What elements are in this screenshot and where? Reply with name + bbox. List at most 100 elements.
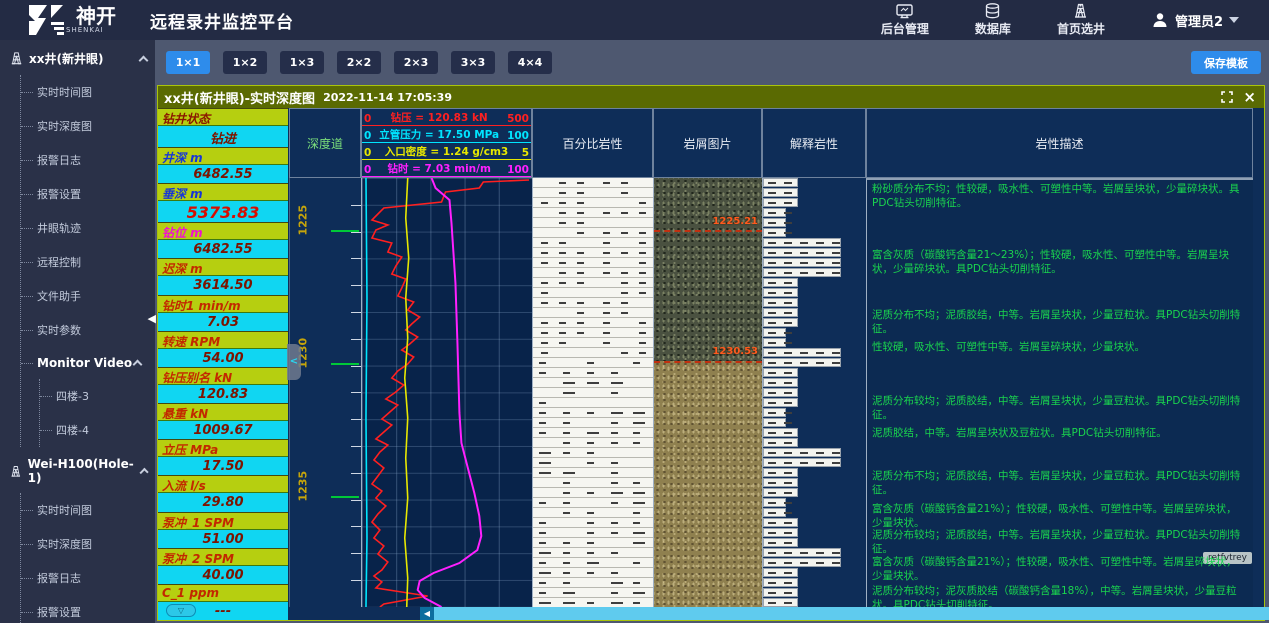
sidebar-item-实时深度图[interactable]: 实时深度图: [21, 109, 155, 143]
lithology-dash: [784, 462, 792, 464]
lithology-dash: [768, 402, 776, 404]
sidebar-item-四楼-4[interactable]: 四楼-4: [40, 413, 155, 447]
lithology-dash: [611, 602, 623, 604]
lithology-dash: [832, 452, 840, 454]
lithology-dash: [832, 552, 840, 554]
expand-icon[interactable]: [1221, 91, 1233, 103]
lithology-pattern-row: [533, 478, 653, 488]
scroll-left-icon[interactable]: ◀: [420, 607, 434, 620]
lithology-dash: [768, 242, 776, 244]
horizontal-scrollbar[interactable]: ◀ ▶: [420, 607, 1269, 620]
sidebar-item-实时时间图[interactable]: 实时时间图: [21, 493, 155, 527]
lithology-dash: [633, 512, 640, 514]
layout-button-1×1[interactable]: 1×1: [166, 51, 210, 74]
sidebar-item-报警日志[interactable]: 报警日志: [21, 143, 155, 177]
sidebar-item-monitor-video[interactable]: Monitor Video: [21, 347, 155, 379]
lithology-pattern-row: [533, 208, 653, 218]
lithology-dash: [587, 382, 599, 384]
lithology-dash: [563, 382, 575, 384]
lithology-dash: [784, 222, 792, 224]
parameter-转速: 转速 RPM54.00: [158, 331, 288, 367]
depth-tick-minor: [351, 580, 361, 581]
lithology-dash: [633, 522, 640, 524]
sidebar-item-文件助手[interactable]: 文件助手: [21, 279, 155, 313]
column-header-percent-lithology: 百分比岩性: [532, 108, 653, 178]
sidebar-item-远程控制[interactable]: 远程控制: [21, 245, 155, 279]
sidebar-item-井眼轨迹[interactable]: 井眼轨迹: [21, 211, 155, 245]
layout-button-2×2[interactable]: 2×2: [337, 51, 381, 74]
lithology-dash: [784, 212, 792, 214]
interp-lithology-block: [763, 248, 841, 257]
derrick-icon: [10, 51, 23, 66]
sidebar-item-label: 实时时间图: [37, 84, 92, 100]
lithology-pattern-row: [533, 528, 653, 538]
lithology-dash: [633, 412, 645, 414]
layout-button-3×3[interactable]: 3×3: [451, 51, 495, 74]
collapse-chevron-icon[interactable]: [139, 468, 149, 478]
lithology-description-text: 泥质分布不均；泥质胶结，中等。岩屑呈块状，少量豆粒状。具PDC钻头切削特征。: [872, 308, 1247, 336]
lithology-dash: [816, 352, 824, 354]
sidebar-item-报警设置[interactable]: 报警设置: [21, 177, 155, 211]
lithology-dash: [633, 602, 640, 604]
lithology-pattern-row: [533, 548, 653, 558]
panel-pull-tab[interactable]: <: [287, 344, 301, 380]
depth-scale-column: 122512301235: [289, 178, 361, 607]
nav-backend-management[interactable]: 后台管理: [881, 4, 929, 37]
lithology-dash: [603, 322, 610, 324]
lithology-dash: [559, 252, 566, 254]
sidebar-item-报警设置[interactable]: 报警设置: [21, 595, 155, 623]
layout-button-1×2[interactable]: 1×2: [223, 51, 267, 74]
horizontal-scroll-thumb[interactable]: [434, 607, 1269, 620]
layout-button-1×3[interactable]: 1×3: [280, 51, 324, 74]
nav-database[interactable]: 数据库: [975, 3, 1011, 37]
interp-lithology-block: [763, 468, 798, 477]
chevron-down-icon: [1229, 17, 1239, 23]
parameter-value: 17.50: [158, 456, 288, 475]
depth-tick-major: [331, 496, 359, 498]
lithology-dash: [563, 432, 570, 434]
lithology-dash: [539, 412, 546, 414]
lithology-dash: [603, 272, 610, 274]
well-node-0[interactable]: xx井(新井眼): [0, 40, 155, 75]
sidebar-item-实时时间图[interactable]: 实时时间图: [21, 75, 155, 109]
layout-button-4×4[interactable]: 4×4: [508, 51, 552, 74]
lithology-dash: [577, 272, 584, 274]
nav-label: 首页选井: [1057, 20, 1105, 37]
save-template-button[interactable]: 保存模板: [1191, 51, 1261, 74]
parameter-label: 转速 RPM: [158, 332, 288, 348]
user-menu[interactable]: 管理员2: [1151, 11, 1239, 30]
curve-header-钻时: 0钻时 = 7.03 min/m100: [362, 160, 531, 177]
lithology-dash: [559, 332, 566, 334]
sidebar-item-报警日志[interactable]: 报警日志: [21, 561, 155, 595]
sidebar-item-实时参数[interactable]: 实时参数: [21, 313, 155, 347]
lithology-dash: [832, 362, 840, 364]
nav-home-well-select[interactable]: 首页选井: [1057, 3, 1105, 37]
lithology-dash: [832, 252, 840, 254]
close-icon[interactable]: ×: [1243, 90, 1256, 104]
collapse-chevron-icon[interactable]: [133, 360, 143, 370]
curve-入口密度: [405, 178, 409, 607]
lithology-dash: [832, 242, 840, 244]
lithology-dash: [621, 272, 628, 274]
depth-tick-minor: [351, 258, 361, 259]
lithology-pattern-row: [533, 568, 653, 578]
interp-row: [763, 478, 866, 488]
sidebar-item-四楼-3[interactable]: 四楼-3: [40, 379, 155, 413]
interp-row: [763, 388, 866, 398]
tree-dash-icon: [21, 262, 33, 263]
tree-dash-icon: [21, 228, 33, 229]
lithology-description-text: 粉砂质分布不均；性较硬，吸水性、可塑性中等。岩屑呈块状，少量碎块状。具PDC钻头…: [872, 182, 1247, 210]
lithology-dash: [587, 552, 594, 554]
lithology-dash: [784, 532, 792, 534]
layout-button-2×3[interactable]: 2×3: [394, 51, 438, 74]
sidebar-item-实时深度图[interactable]: 实时深度图: [21, 527, 155, 561]
collapse-chevron-icon[interactable]: [139, 55, 149, 65]
sidebar-item-label: 实时深度图: [37, 118, 92, 134]
parameter-dropdown[interactable]: ▽: [166, 604, 196, 617]
lithology-dash: [768, 212, 776, 214]
sidebar-collapse-arrow-icon[interactable]: ◀: [148, 312, 156, 325]
well-node-1[interactable]: Wei-H100(Hole-1): [0, 447, 155, 493]
well-children: 实时时间图实时深度图报警日志报警设置井眼轨迹: [20, 493, 155, 623]
formation-boundary-line: [654, 361, 762, 363]
nav-label: 数据库: [975, 20, 1011, 37]
